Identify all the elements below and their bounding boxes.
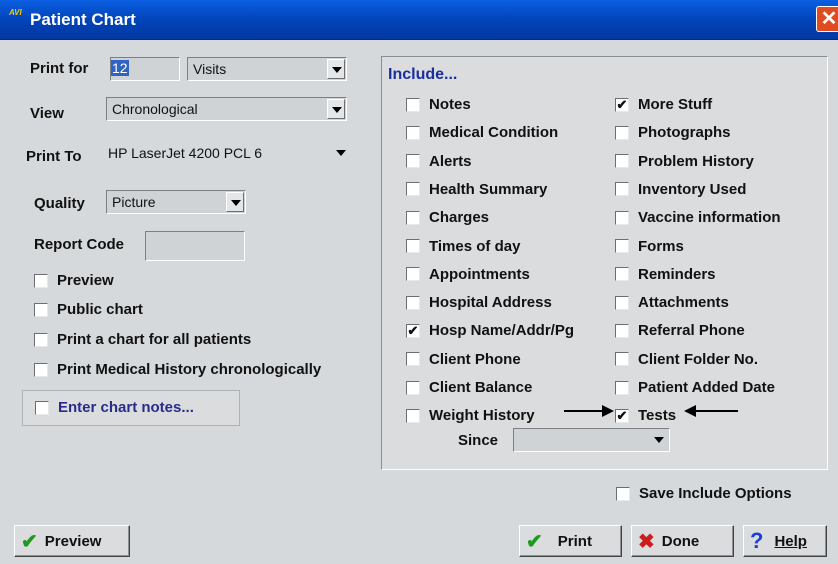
include-client-phone-checkbox[interactable]: Client Phone bbox=[406, 351, 521, 368]
include-notes-checkbox[interactable]: Notes bbox=[406, 96, 471, 113]
include-client-balance-checkbox[interactable]: Client Balance bbox=[406, 379, 532, 396]
title-bar: AVI Patient Chart ✕ bbox=[0, 0, 838, 40]
include-hospital-address-checkbox[interactable]: Hospital Address bbox=[406, 294, 552, 311]
view-select[interactable]: Chronological bbox=[106, 97, 347, 121]
quality-label: Quality bbox=[34, 195, 85, 212]
close-icon: ✕ bbox=[820, 8, 838, 30]
print-for-label: Print for bbox=[30, 60, 89, 77]
preview-button[interactable]: ✔ Preview bbox=[14, 525, 130, 557]
include-alerts-checkbox[interactable]: Alerts bbox=[406, 153, 472, 170]
chevron-down-icon[interactable] bbox=[332, 143, 350, 163]
quality-select[interactable]: Picture bbox=[106, 190, 246, 214]
include-patient-added-date-checkbox[interactable]: Patient Added Date bbox=[615, 379, 775, 396]
include-hosp-name-addr-pg-checkbox[interactable]: ✔ Hosp Name/Addr/Pg bbox=[406, 322, 574, 339]
include-weight-history-checkbox[interactable]: Weight History bbox=[406, 407, 535, 424]
include-tests-checkbox[interactable]: ✔ Tests bbox=[615, 407, 676, 424]
app-logo-icon: AVI bbox=[9, 8, 22, 17]
enter-chart-notes-checkbox[interactable]: Enter chart notes... bbox=[35, 399, 194, 416]
printer-select[interactable]: HP LaserJet 4200 PCL 6 bbox=[105, 142, 350, 166]
close-button[interactable]: ✕ bbox=[816, 6, 838, 32]
report-code-input[interactable] bbox=[145, 231, 245, 261]
annotation-arrow-left bbox=[684, 405, 738, 417]
since-label: Since bbox=[458, 432, 499, 449]
include-inventory-used-checkbox[interactable]: Inventory Used bbox=[615, 181, 746, 198]
print-for-unit-select[interactable]: Visits bbox=[187, 57, 347, 81]
help-button[interactable]: ? Help bbox=[743, 525, 827, 557]
include-vaccine-information-checkbox[interactable]: Vaccine information bbox=[615, 209, 781, 226]
print-button[interactable]: ✔ Print bbox=[519, 525, 622, 557]
include-problem-history-checkbox[interactable]: Problem History bbox=[615, 153, 754, 170]
include-more-stuff-checkbox[interactable]: ✔ More Stuff bbox=[615, 96, 712, 113]
since-select[interactable] bbox=[513, 428, 670, 452]
checkmark-icon: ✔ bbox=[21, 530, 38, 553]
include-heading: Include... bbox=[388, 66, 458, 83]
include-charges-checkbox[interactable]: Charges bbox=[406, 209, 489, 226]
chevron-down-icon[interactable] bbox=[650, 430, 668, 450]
print-for-count-input[interactable]: 12 bbox=[110, 57, 180, 81]
question-icon: ? bbox=[750, 528, 764, 553]
checkmark-icon: ✔ bbox=[526, 530, 543, 553]
done-button[interactable]: ✖ Done bbox=[631, 525, 734, 557]
public-chart-checkbox[interactable]: Public chart bbox=[34, 301, 143, 318]
view-label: View bbox=[30, 105, 64, 122]
chevron-down-icon[interactable] bbox=[327, 59, 345, 79]
include-times-of-day-checkbox[interactable]: Times of day bbox=[406, 238, 520, 255]
enter-chart-notes-group: Enter chart notes... bbox=[22, 390, 240, 426]
include-health-summary-checkbox[interactable]: Health Summary bbox=[406, 181, 547, 198]
print-to-label: Print To bbox=[26, 148, 82, 165]
preview-checkbox[interactable]: Preview bbox=[34, 272, 114, 289]
report-code-label: Report Code bbox=[34, 236, 124, 253]
include-appointments-checkbox[interactable]: Appointments bbox=[406, 266, 530, 283]
x-icon: ✖ bbox=[638, 530, 655, 553]
include-medical-condition-checkbox[interactable]: Medical Condition bbox=[406, 124, 558, 141]
include-client-folder-no-checkbox[interactable]: Client Folder No. bbox=[615, 351, 758, 368]
include-reminders-checkbox[interactable]: Reminders bbox=[615, 266, 716, 283]
medical-history-chronological-checkbox[interactable]: Print Medical History chronologically bbox=[34, 361, 321, 378]
include-forms-checkbox[interactable]: Forms bbox=[615, 238, 684, 255]
chevron-down-icon[interactable] bbox=[327, 99, 345, 119]
save-include-options-checkbox[interactable]: Save Include Options bbox=[616, 485, 792, 502]
annotation-arrow-right bbox=[564, 405, 614, 417]
include-attachments-checkbox[interactable]: Attachments bbox=[615, 294, 729, 311]
chevron-down-icon[interactable] bbox=[226, 192, 244, 212]
all-patients-checkbox[interactable]: Print a chart for all patients bbox=[34, 331, 251, 348]
include-photographs-checkbox[interactable]: Photographs bbox=[615, 124, 731, 141]
include-referral-phone-checkbox[interactable]: Referral Phone bbox=[615, 322, 745, 339]
window-title: Patient Chart bbox=[30, 10, 136, 29]
